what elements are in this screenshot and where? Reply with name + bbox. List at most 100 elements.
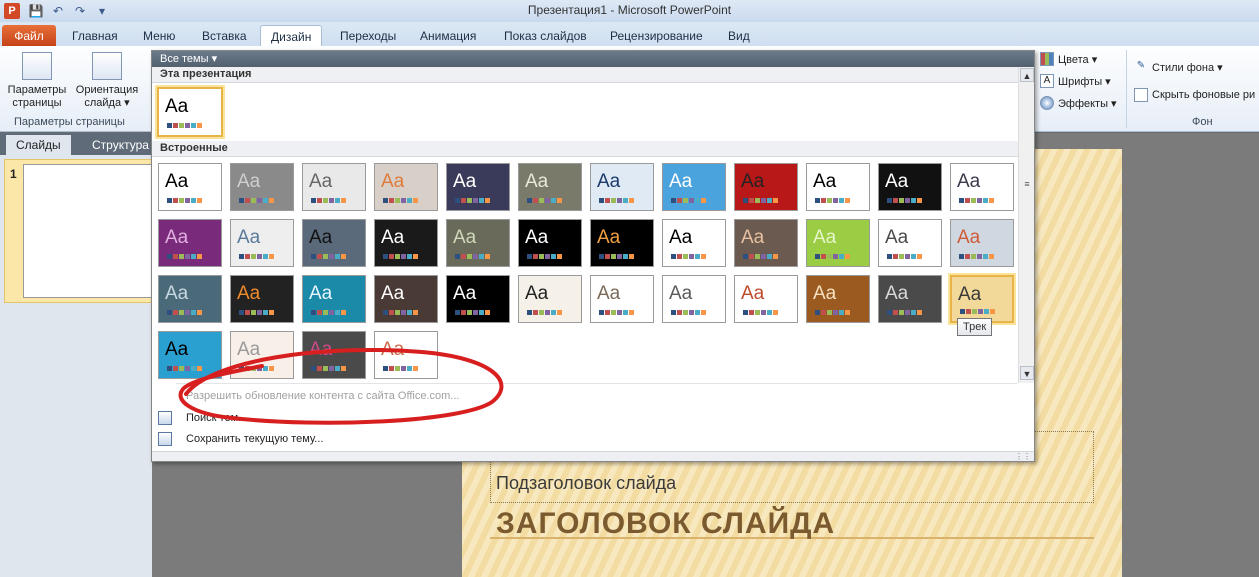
- tab-view[interactable]: Вид: [718, 25, 760, 46]
- slide-title[interactable]: ЗАГОЛОВОК СЛАЙДА: [496, 507, 835, 541]
- theme-thumbnail[interactable]: Aa: [950, 163, 1014, 211]
- theme-thumbnail[interactable]: Aa: [734, 275, 798, 323]
- page-setup-button[interactable]: Параметры страницы: [4, 52, 70, 110]
- theme-thumbnail[interactable]: Aa: [374, 219, 438, 267]
- theme-thumbnail[interactable]: Aa: [662, 275, 726, 323]
- theme-aa-label: Aa: [525, 227, 549, 248]
- theme-thumbnail[interactable]: Aa: [230, 219, 294, 267]
- scroll-grip-icon[interactable]: ≡: [1020, 179, 1034, 193]
- theme-thumbnail[interactable]: Aa: [302, 331, 366, 379]
- tab-file[interactable]: Файл: [2, 25, 56, 46]
- effects-icon: [1040, 96, 1054, 110]
- theme-thumbnail[interactable]: Aa: [302, 219, 366, 267]
- theme-thumbnail[interactable]: Aa: [950, 275, 1014, 323]
- slide-thumbnail[interactable]: [4, 159, 154, 303]
- swatch: [263, 198, 268, 203]
- theme-thumbnail[interactable]: Aa: [302, 275, 366, 323]
- tab-outline[interactable]: Структура: [82, 135, 159, 155]
- theme-thumbnail[interactable]: Aa: [734, 219, 798, 267]
- swatch: [239, 254, 244, 259]
- theme-colors-button[interactable]: Цвета ▾: [1040, 52, 1097, 66]
- scroll-up-icon[interactable]: ▲: [1020, 68, 1034, 82]
- swatch: [455, 198, 460, 203]
- gallery-scrollbar[interactable]: ▲ ≡ ▼: [1018, 67, 1034, 383]
- theme-color-swatches: [383, 254, 418, 259]
- slide-subtitle[interactable]: Подзаголовок слайда: [496, 473, 676, 494]
- theme-thumbnail[interactable]: Aa: [158, 275, 222, 323]
- swatch: [833, 310, 838, 315]
- swatch: [899, 198, 904, 203]
- resize-grip-icon[interactable]: ⋮⋮: [1015, 452, 1031, 461]
- swatch: [401, 310, 406, 315]
- tab-review[interactable]: Рецензирование: [600, 25, 713, 46]
- theme-color-swatches: [167, 254, 202, 259]
- theme-thumbnail[interactable]: Aa: [158, 163, 222, 211]
- theme-thumbnail[interactable]: Aa: [734, 163, 798, 211]
- tab-insert[interactable]: Вставка: [192, 25, 257, 46]
- theme-thumbnail[interactable]: Aa: [446, 219, 510, 267]
- enable-content-updates[interactable]: Разрешить обновление контента с сайта Of…: [186, 390, 459, 402]
- theme-thumbnail[interactable]: Aa: [302, 163, 366, 211]
- swatch: [407, 366, 412, 371]
- swatch: [767, 198, 772, 203]
- tab-home[interactable]: Главная: [62, 25, 128, 46]
- swatch: [833, 254, 838, 259]
- tab-slideshow[interactable]: Показ слайдов: [494, 25, 597, 46]
- theme-thumbnail[interactable]: Aa: [878, 219, 942, 267]
- swatch: [413, 254, 418, 259]
- theme-thumbnail[interactable]: Aa: [374, 331, 438, 379]
- theme-thumbnail[interactable]: Aa: [230, 331, 294, 379]
- theme-thumbnail[interactable]: Aa: [230, 163, 294, 211]
- theme-thumbnail[interactable]: Aa: [590, 219, 654, 267]
- theme-effects-button[interactable]: Эффекты ▾: [1040, 96, 1117, 110]
- theme-thumbnail[interactable]: Aa: [518, 275, 582, 323]
- tab-slides[interactable]: Слайды: [6, 135, 71, 155]
- theme-thumbnail[interactable]: Aa: [806, 219, 870, 267]
- browse-themes[interactable]: Поиск тем...: [186, 412, 247, 424]
- hide-background-checkbox[interactable]: [1134, 88, 1148, 102]
- swatch: [677, 254, 682, 259]
- theme-thumbnail[interactable]: Aa: [158, 331, 222, 379]
- tab-animation[interactable]: Анимация: [410, 25, 486, 46]
- theme-current[interactable]: Aa: [157, 87, 223, 137]
- tab-menu[interactable]: Меню: [133, 25, 185, 46]
- swatch: [473, 254, 478, 259]
- swatch: [311, 310, 316, 315]
- theme-thumbnail[interactable]: Aa: [518, 163, 582, 211]
- tab-design[interactable]: Дизайн: [260, 25, 323, 46]
- theme-color-swatches: [959, 198, 994, 203]
- theme-thumbnail[interactable]: Aa: [806, 163, 870, 211]
- swatch: [671, 310, 676, 315]
- theme-thumbnail[interactable]: Aa: [518, 219, 582, 267]
- gallery-resize-bar[interactable]: ⋮⋮: [152, 451, 1034, 461]
- theme-thumbnail[interactable]: Aa: [662, 163, 726, 211]
- swatch: [959, 198, 964, 203]
- theme-thumbnail[interactable]: Aa: [446, 275, 510, 323]
- theme-thumbnail[interactable]: Aa: [590, 163, 654, 211]
- tab-transitions[interactable]: Переходы: [330, 25, 406, 46]
- theme-thumbnail[interactable]: Aa: [806, 275, 870, 323]
- theme-thumbnail[interactable]: Aa: [446, 163, 510, 211]
- hide-background-graphics[interactable]: Скрыть фоновые ри: [1134, 88, 1255, 102]
- swatch: [905, 310, 910, 315]
- save-current-theme[interactable]: Сохранить текущую тему...: [186, 433, 323, 445]
- theme-fonts-button[interactable]: A Шрифты ▾: [1040, 74, 1111, 88]
- theme-thumbnail[interactable]: Aa: [662, 219, 726, 267]
- theme-thumbnail[interactable]: Aa: [878, 163, 942, 211]
- swatch: [197, 123, 202, 128]
- background-styles-button[interactable]: ✎ Стили фона ▾: [1134, 60, 1223, 74]
- gallery-filter[interactable]: Все темы ▾: [152, 51, 1034, 67]
- colors-label: Цвета ▾: [1058, 53, 1098, 66]
- theme-thumbnail[interactable]: Aa: [374, 275, 438, 323]
- theme-thumbnail[interactable]: Aa: [230, 275, 294, 323]
- theme-thumbnail[interactable]: Aa: [158, 219, 222, 267]
- theme-color-swatches: [239, 254, 274, 259]
- swatch: [605, 254, 610, 259]
- theme-thumbnail[interactable]: Aa: [590, 275, 654, 323]
- slide-orientation-button[interactable]: Ориентация слайда ▾: [70, 52, 144, 110]
- theme-thumbnail[interactable]: Aa: [878, 275, 942, 323]
- theme-thumbnail[interactable]: Aa: [950, 219, 1014, 267]
- scroll-down-icon[interactable]: ▼: [1020, 366, 1034, 380]
- swatch: [990, 309, 995, 314]
- theme-thumbnail[interactable]: Aa: [374, 163, 438, 211]
